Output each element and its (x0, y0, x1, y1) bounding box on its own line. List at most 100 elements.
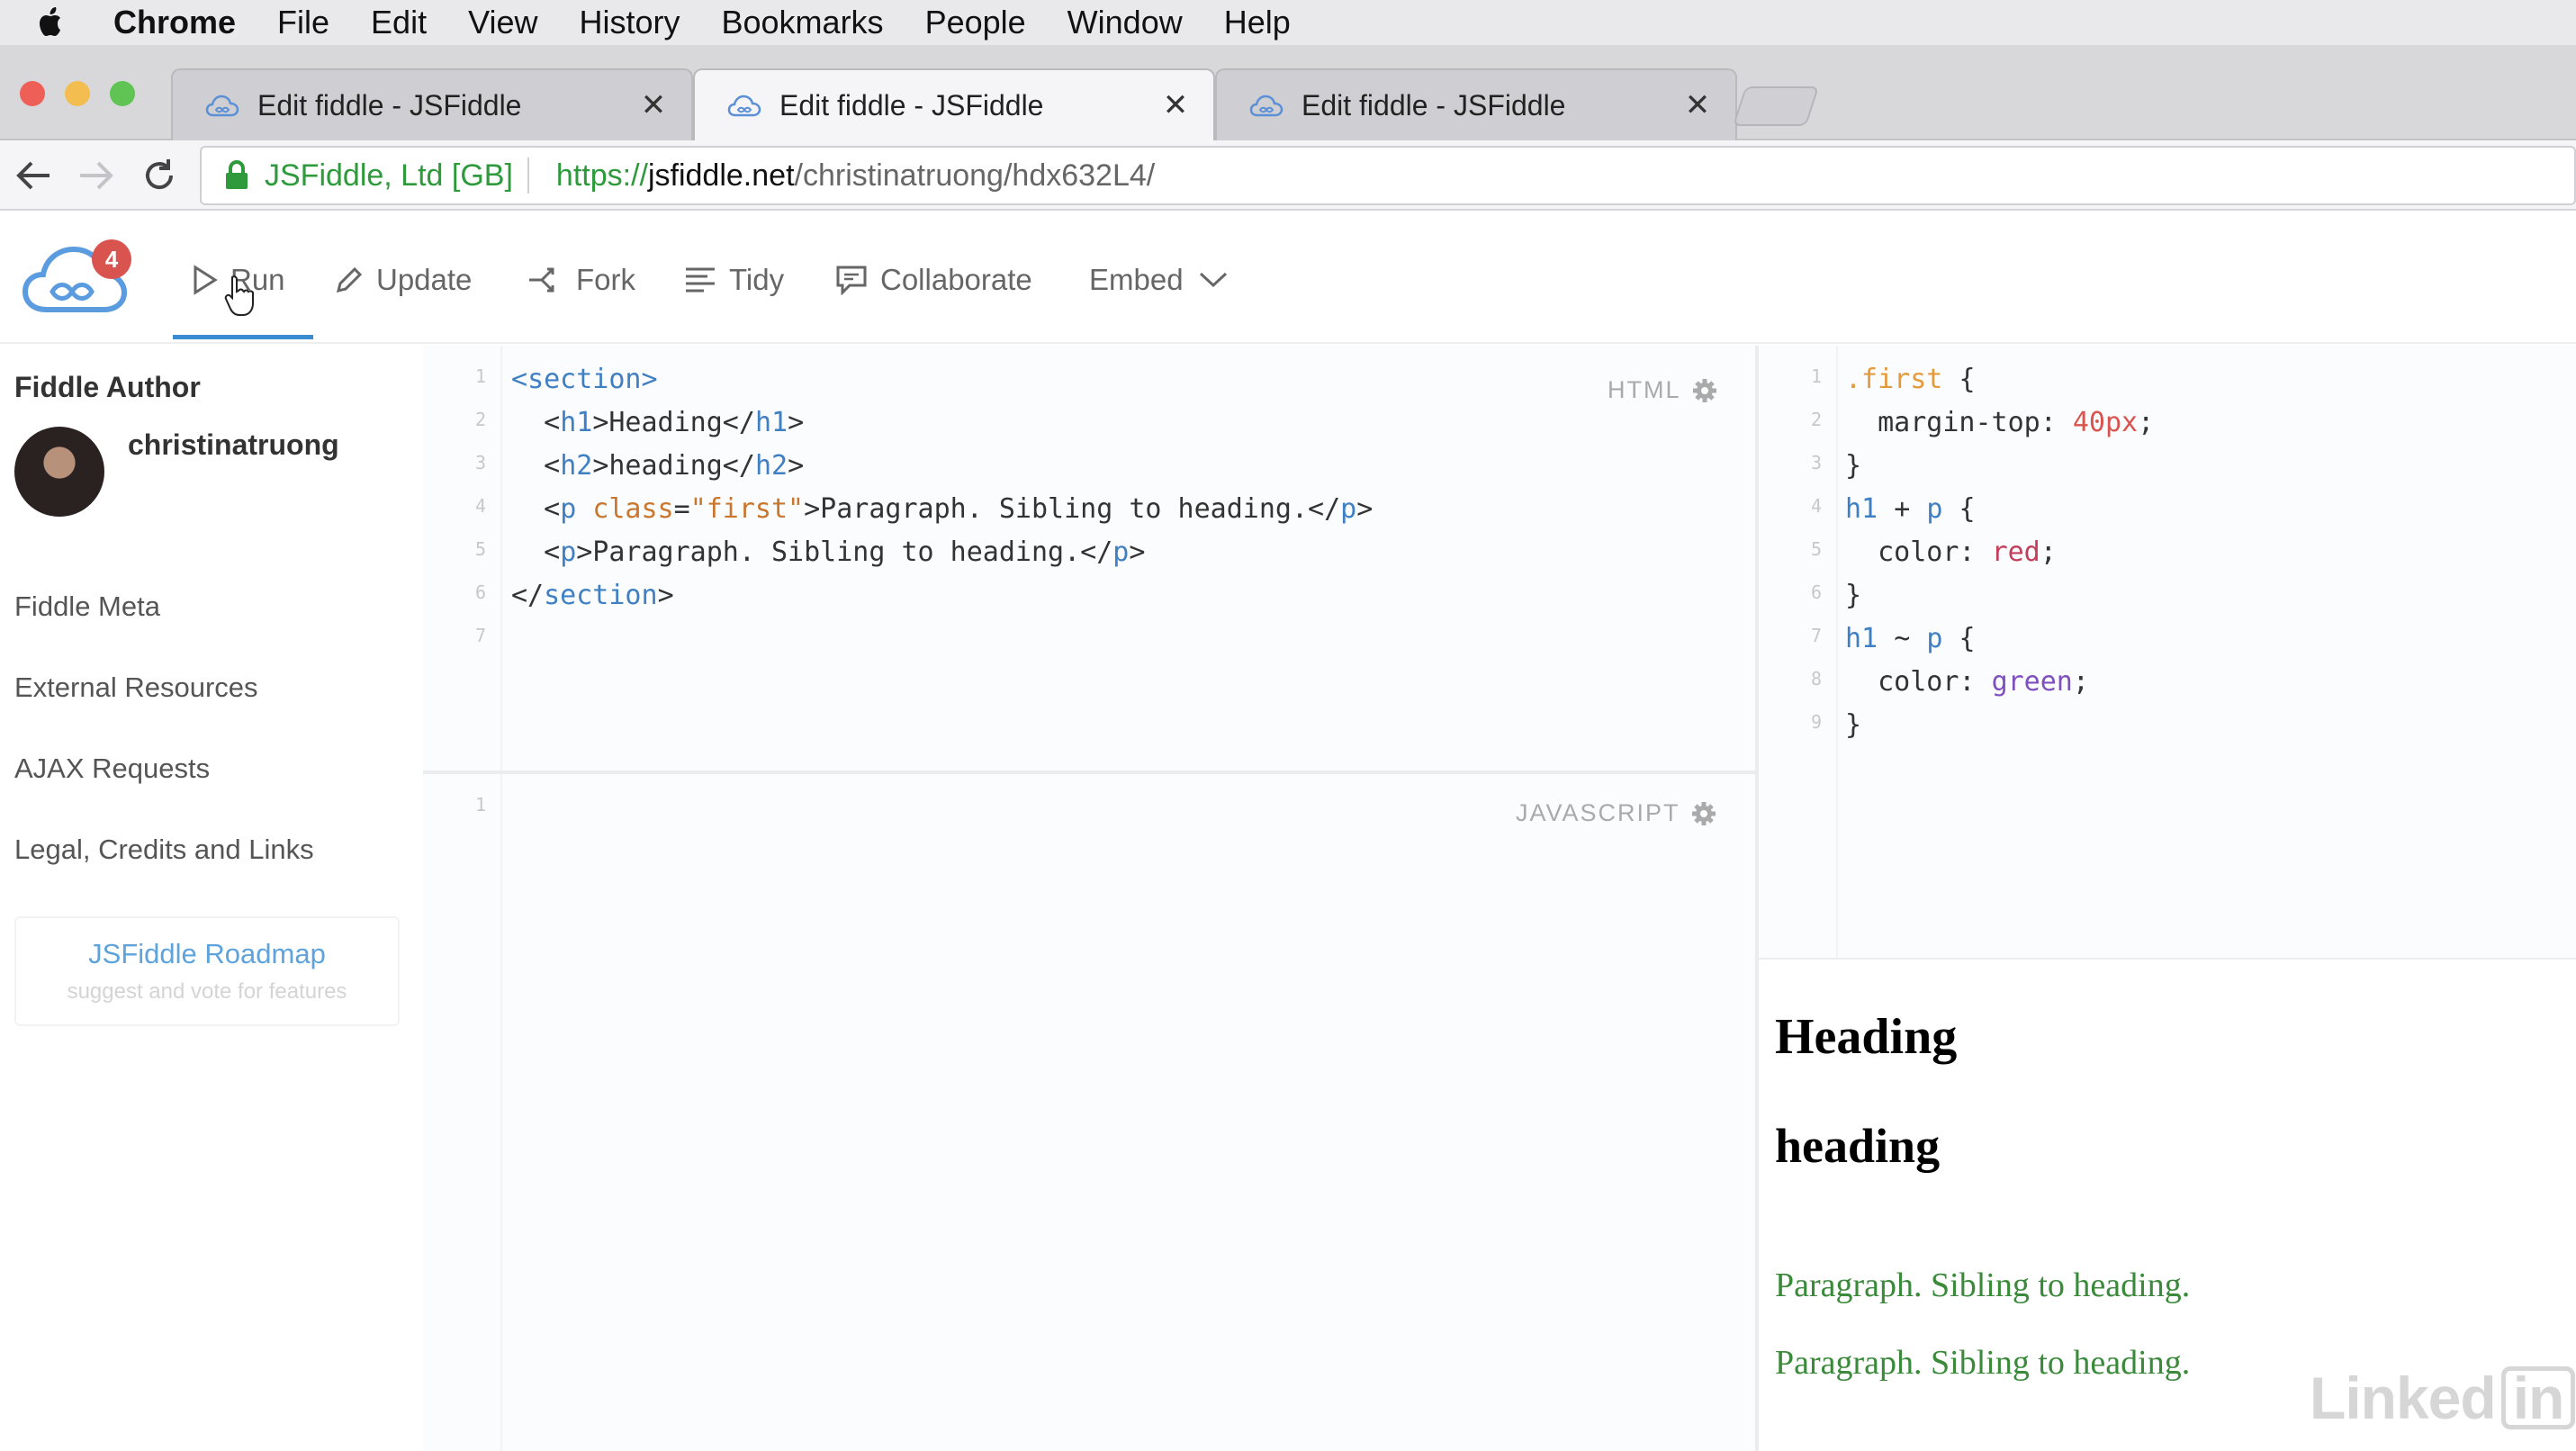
tidy-button[interactable]: Tidy (684, 257, 784, 302)
line-number: 4 (474, 495, 486, 517)
html-gutter: 1 2 3 4 5 6 7 (423, 346, 502, 772)
tidy-label: Tidy (729, 263, 785, 296)
browser-tab-3[interactable]: Edit fiddle - JSFiddle ✕ (1215, 68, 1737, 140)
html-code[interactable]: <section> <h1>Heading</h1> <h2>heading</… (511, 358, 1373, 617)
code-token: ; (2138, 407, 2155, 438)
tab-strip: Edit fiddle - JSFiddle ✕ Edit fiddle - J… (0, 45, 2576, 140)
result-heading-2: heading (1775, 1119, 1941, 1173)
code-token: { (1959, 364, 1976, 395)
roadmap-subtitle: suggest and vote for features (67, 979, 347, 1004)
notification-badge[interactable]: 4 (92, 239, 131, 279)
author-username[interactable]: christinatruong (128, 428, 339, 462)
line-number: 2 (474, 409, 486, 430)
macos-menubar: Chrome File Edit View History Bookmarks … (0, 0, 2576, 45)
gear-icon[interactable] (1692, 378, 1717, 403)
html-pane-label: HTML (1608, 376, 1717, 404)
code-token: >heading</ (592, 450, 755, 482)
embed-dropdown[interactable]: Embed (1089, 257, 1229, 302)
code-token: "first" (689, 493, 805, 525)
sidebar-item-legal-credits[interactable]: Legal, Credits and Links (14, 834, 314, 866)
menu-bookmarks[interactable]: Bookmarks (722, 4, 884, 41)
code-token: section (544, 580, 658, 611)
code-token: < (511, 364, 528, 395)
line-number: 9 (1810, 711, 1822, 733)
code-token: } (1845, 709, 1862, 741)
code-token: > (1129, 536, 1146, 568)
result-paragraph-1: Paragraph. Sibling to heading. (1775, 1266, 2191, 1304)
reload-icon[interactable] (139, 155, 180, 196)
collaborate-label: Collaborate (880, 263, 1032, 296)
url-scheme: https:// (555, 158, 648, 193)
code-token: > (1356, 493, 1374, 525)
line-number: 2 (1810, 409, 1822, 430)
code-token: { (1959, 493, 1976, 525)
menu-file[interactable]: File (277, 4, 329, 41)
update-button[interactable]: Update (335, 257, 472, 302)
code-token: < (544, 450, 561, 482)
collaborate-button[interactable]: Collaborate (835, 257, 1032, 302)
sidebar: Fiddle Author christinatruong Fiddle Met… (0, 346, 423, 1451)
code-token: >Paragraph. Sibling to heading.</ (804, 493, 1341, 525)
gear-icon[interactable] (1691, 801, 1716, 826)
back-arrow-icon[interactable] (13, 155, 54, 196)
fork-button[interactable]: Fork (527, 257, 635, 302)
code-token: p (560, 493, 577, 525)
code-token: h1 (1845, 623, 1878, 654)
browser-toolbar: JSFiddle, Ltd [GB] https:// jsfiddle.net… (0, 140, 2576, 211)
sidebar-item-ajax-requests[interactable]: AJAX Requests (14, 753, 210, 785)
result-heading-1: Heading (1775, 1009, 1958, 1065)
certificate-label[interactable]: JSFiddle, Ltd [GB] (265, 158, 513, 194)
menu-history[interactable]: History (579, 4, 680, 41)
code-token: > (641, 364, 658, 395)
browser-tab-1[interactable]: Edit fiddle - JSFiddle ✕ (171, 68, 693, 140)
window-zoom-button[interactable] (110, 81, 135, 106)
new-tab-button[interactable] (1732, 86, 1820, 126)
line-number: 5 (1810, 538, 1822, 560)
sidebar-item-external-resources[interactable]: External Resources (14, 671, 258, 704)
code-token: > (657, 580, 674, 611)
apple-icon[interactable] (36, 5, 72, 41)
menu-window[interactable]: Window (1067, 4, 1183, 41)
tab-title: Edit fiddle - JSFiddle (1302, 88, 1566, 122)
code-token: p (560, 536, 577, 568)
forward-arrow-icon[interactable] (76, 155, 117, 196)
browser-tab-2-active[interactable]: Edit fiddle - JSFiddle ✕ (693, 68, 1215, 140)
menu-chrome[interactable]: Chrome (113, 4, 236, 41)
author-avatar[interactable] (14, 427, 104, 517)
code-token: } (1845, 450, 1862, 482)
address-bar[interactable]: JSFiddle, Ltd [GB] https:// jsfiddle.net… (200, 146, 2576, 205)
address-separator (527, 158, 529, 194)
js-editor-pane[interactable]: 1 JAVASCRIPT (423, 774, 1759, 1451)
lock-icon (226, 160, 248, 189)
tab-close-icon[interactable]: ✕ (635, 87, 671, 123)
roadmap-card[interactable]: JSFiddle Roadmap suggest and vote for fe… (14, 916, 400, 1026)
line-number: 1 (474, 794, 486, 816)
code-token: section (527, 364, 642, 395)
html-label-text: HTML (1608, 376, 1681, 403)
menu-edit[interactable]: Edit (371, 4, 427, 41)
jsfiddle-favicon-icon (205, 95, 239, 117)
menu-people[interactable]: People (925, 4, 1026, 41)
fork-icon (529, 267, 554, 293)
roadmap-title[interactable]: JSFiddle Roadmap (16, 938, 398, 970)
sidebar-item-fiddle-meta[interactable]: Fiddle Meta (14, 590, 160, 623)
code-token: 40px (2072, 407, 2139, 438)
pencil-icon (336, 266, 363, 293)
menu-help[interactable]: Help (1224, 4, 1291, 41)
tab-close-icon[interactable]: ✕ (1157, 87, 1193, 123)
css-editor-pane[interactable]: 1 2 3 4 5 6 7 8 9 .first { margin-top: 4… (1759, 346, 2576, 958)
code-token: > (788, 450, 805, 482)
tab-close-icon[interactable]: ✕ (1680, 87, 1716, 123)
line-number: 3 (474, 452, 486, 473)
code-token: </ (511, 580, 545, 611)
css-code[interactable]: .first { margin-top: 40px; } h1 + p { co… (1845, 358, 2154, 747)
code-token: margin-top: (1878, 407, 2057, 438)
window-close-button[interactable] (20, 81, 45, 106)
line-number: 3 (1810, 452, 1822, 473)
code-token: { (1959, 623, 1976, 654)
window-minimize-button[interactable] (65, 81, 90, 106)
menu-view[interactable]: View (468, 4, 537, 41)
jsfiddle-header: 4 Run Update Fork Tidy Collaborate Embed (0, 212, 2576, 344)
html-editor-pane[interactable]: 1 2 3 4 5 6 7 <section> <h1>Heading</h1>… (423, 346, 1759, 772)
line-number: 7 (474, 625, 486, 646)
